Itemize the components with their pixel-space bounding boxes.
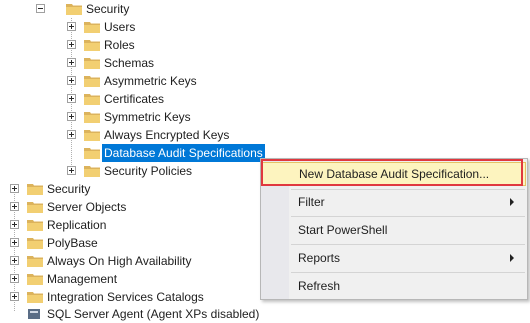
tree-node-users[interactable]: Users [0, 18, 300, 36]
folder-icon [84, 94, 100, 105]
tree-node-security-expanded[interactable]: Security [0, 0, 300, 18]
tree-node-replication[interactable]: Replication [0, 216, 258, 234]
folder-icon [27, 274, 43, 285]
menu-separator [291, 189, 525, 190]
tree-node-label: Always Encrypted Keys [104, 128, 230, 142]
tree-node-label: Schemas [104, 56, 155, 70]
expand-icon[interactable] [67, 112, 76, 122]
folder-icon [27, 256, 43, 267]
tree-node-symmetric-keys[interactable]: Symmetric Keys [0, 108, 300, 126]
expand-icon[interactable] [67, 22, 76, 32]
tree-node-database-audit-specifications[interactable]: Database Audit Specifications [0, 144, 300, 162]
folder-icon [27, 292, 43, 303]
menu-item-label: Filter [298, 195, 325, 209]
tree-node-polybase[interactable]: PolyBase [0, 234, 258, 252]
tree-node-integration-services[interactable]: Integration Services Catalogs [0, 288, 258, 306]
tree-node-label: Users [104, 20, 136, 34]
tree-node-label: Integration Services Catalogs [47, 290, 204, 304]
tree-node-label: PolyBase [47, 236, 98, 250]
folder-icon [66, 4, 82, 15]
folder-icon [84, 76, 100, 87]
tree-node-label: SQL Server Agent (Agent XPs disabled) [47, 307, 260, 321]
menu-item-label: Reports [298, 251, 341, 265]
expand-icon[interactable] [67, 76, 76, 86]
tree-node-management[interactable]: Management [0, 270, 258, 288]
folder-icon [27, 202, 43, 213]
collapse-icon[interactable] [36, 4, 45, 14]
menu-item-label: Refresh [298, 279, 341, 293]
context-menu: New Database Audit Specification... Filt… [260, 158, 528, 300]
expand-icon[interactable] [10, 184, 19, 194]
expand-icon[interactable] [10, 220, 19, 230]
menu-item-filter[interactable]: Filter [262, 191, 526, 213]
tree-node-server-objects[interactable]: Server Objects [0, 198, 258, 216]
folder-icon [27, 184, 43, 195]
expand-icon[interactable] [67, 58, 76, 68]
agent-icon [28, 309, 40, 319]
expand-icon[interactable] [10, 292, 19, 302]
tree-node-schemas[interactable]: Schemas [0, 54, 300, 72]
folder-icon [27, 238, 43, 249]
submenu-arrow-icon [510, 198, 514, 206]
expand-icon[interactable] [10, 256, 19, 266]
expand-icon[interactable] [10, 202, 19, 212]
expand-icon[interactable] [67, 40, 76, 50]
expand-icon[interactable] [67, 166, 76, 176]
tree-node-asymmetric-keys[interactable]: Asymmetric Keys [0, 72, 300, 90]
tree-node-sql-server-agent[interactable]: SQL Server Agent (Agent XPs disabled) [0, 305, 300, 323]
tree-node-label: Certificates [104, 92, 165, 106]
tree-node-label: Roles [104, 38, 135, 52]
menu-item-reports[interactable]: Reports [262, 247, 526, 269]
menu-separator [291, 244, 525, 245]
submenu-arrow-icon [510, 254, 514, 262]
menu-item-start-powershell[interactable]: Start PowerShell [262, 219, 526, 241]
menu-item-label: New Database Audit Specification... [299, 167, 490, 181]
tree-node-label: Management [47, 272, 118, 286]
tree-node-always-encrypted-keys[interactable]: Always Encrypted Keys [0, 126, 300, 144]
tree-node-label: Security Policies [104, 164, 193, 178]
menu-separator [291, 272, 525, 273]
tree-node-label: Security [86, 2, 130, 16]
folder-icon [84, 148, 100, 159]
tree-node-label: Asymmetric Keys [104, 74, 197, 88]
tree-node-label-selected: Database Audit Specifications [102, 144, 265, 162]
expand-icon[interactable] [67, 94, 76, 104]
menu-item-new-database-audit-specification[interactable]: New Database Audit Specification... [262, 162, 526, 186]
menu-item-refresh[interactable]: Refresh [262, 275, 526, 297]
folder-icon [84, 112, 100, 123]
expand-icon[interactable] [10, 274, 19, 284]
tree-node-roles[interactable]: Roles [0, 36, 300, 54]
folder-icon [84, 58, 100, 69]
folder-icon [84, 166, 100, 177]
folder-icon [84, 40, 100, 51]
menu-separator [291, 216, 525, 217]
tree-node-label: Symmetric Keys [104, 110, 191, 124]
folder-icon [27, 220, 43, 231]
menu-item-label: Start PowerShell [298, 223, 388, 237]
tree-node-label: Server Objects [47, 200, 127, 214]
tree-node-label: Always On High Availability [47, 254, 192, 268]
tree-node-certificates[interactable]: Certificates [0, 90, 300, 108]
tree-node-label: Replication [47, 218, 107, 232]
expand-icon[interactable] [10, 238, 19, 248]
folder-icon [84, 22, 100, 33]
tree-node-label: Security [47, 182, 91, 196]
tree-node-security[interactable]: Security [0, 180, 258, 198]
folder-icon [84, 130, 100, 141]
tree-node-always-on[interactable]: Always On High Availability [0, 252, 258, 270]
expand-icon[interactable] [67, 130, 76, 140]
tree-node-security-policies[interactable]: Security Policies [0, 162, 260, 180]
